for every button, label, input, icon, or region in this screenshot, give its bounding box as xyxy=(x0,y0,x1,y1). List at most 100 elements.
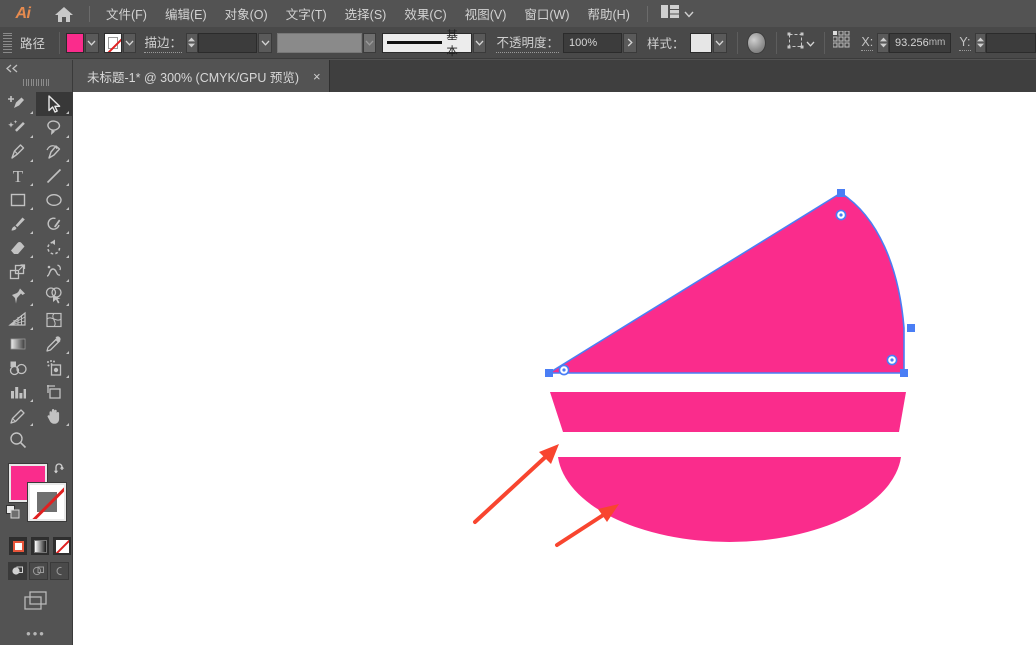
recolor-artwork-icon[interactable] xyxy=(747,32,765,54)
home-icon[interactable] xyxy=(46,0,82,27)
x-coordinate-label[interactable]: X: xyxy=(861,35,873,51)
anchor-point-bottom-left[interactable] xyxy=(545,369,553,377)
x-coordinate-stepper[interactable] xyxy=(877,33,889,53)
tool-symbol-sprayer[interactable] xyxy=(36,356,72,380)
document-tab[interactable]: 未标题-1* @ 300% (CMYK/GPU 预览) × xyxy=(73,60,330,92)
tool-blend[interactable] xyxy=(0,356,36,380)
anchor-point-top[interactable] xyxy=(837,189,845,197)
stroke-swatch[interactable] xyxy=(28,483,66,521)
menu-bar: Ai 文件(F) 编辑(E) 对象(O) 文字(T) 选择(S) 效果(C) 视… xyxy=(0,0,1036,27)
draw-behind[interactable] xyxy=(29,562,48,580)
middle-band-shape[interactable] xyxy=(550,392,906,432)
fill-color-swatch[interactable] xyxy=(66,33,84,53)
more-tools-button[interactable]: ••• xyxy=(0,612,72,641)
bottom-bowl-shape[interactable] xyxy=(558,457,901,542)
tool-hand[interactable] xyxy=(36,404,72,428)
tool-lasso[interactable] xyxy=(36,116,72,140)
stroke-preview-line xyxy=(387,41,443,44)
tool-mesh[interactable] xyxy=(36,308,72,332)
menu-file[interactable]: 文件(F) xyxy=(97,0,156,27)
transform-dropdown-caret[interactable] xyxy=(806,34,815,52)
menu-type[interactable]: 文字(T) xyxy=(277,0,336,27)
stroke-color-dropdown[interactable] xyxy=(123,33,136,53)
anchor-indicator-lower-right xyxy=(887,355,896,364)
draw-inside[interactable] xyxy=(50,562,69,580)
stroke-weight-input[interactable] xyxy=(198,33,258,53)
document-tab-title: 未标题-1* @ 300% (CMYK/GPU 预览) xyxy=(87,67,299,86)
opacity-options-button[interactable] xyxy=(623,33,636,53)
graphic-style-swatch[interactable] xyxy=(690,33,712,53)
wedge-shape-selected[interactable] xyxy=(549,193,904,373)
variable-width-dropdown xyxy=(363,33,376,53)
opacity-label[interactable]: 不透明度： xyxy=(496,32,559,53)
tool-zoom[interactable] xyxy=(0,428,36,452)
options-bar-grip[interactable] xyxy=(3,33,12,53)
menu-view[interactable]: 视图(V) xyxy=(456,0,516,27)
tool-selection[interactable] xyxy=(36,92,72,116)
tool-free-transform-pushpin[interactable] xyxy=(0,284,36,308)
tool-pen[interactable] xyxy=(0,140,36,164)
tools-panel-grip[interactable] xyxy=(0,76,72,88)
selection-context-label: 路径 xyxy=(12,33,53,52)
y-coordinate-label[interactable]: Y: xyxy=(959,35,970,51)
tool-shaper[interactable] xyxy=(36,212,72,236)
tool-eraser[interactable] xyxy=(0,236,36,260)
anchor-point-right[interactable] xyxy=(907,324,915,332)
tool-paintbrush[interactable] xyxy=(0,212,36,236)
close-icon[interactable]: × xyxy=(313,70,321,83)
menu-edit[interactable]: 编辑(E) xyxy=(156,0,216,27)
align-reference-point-icon[interactable] xyxy=(833,31,853,54)
tool-gradient[interactable] xyxy=(0,332,36,356)
brush-definition-swatch[interactable]: 基本 xyxy=(382,33,472,53)
x-coordinate-input[interactable]: 93.256 mm xyxy=(889,33,951,53)
anchor-point-bottom-right[interactable] xyxy=(900,369,908,377)
graphic-style-dropdown[interactable] xyxy=(713,33,726,53)
tool-width-warp[interactable] xyxy=(36,260,72,284)
menu-select[interactable]: 选择(S) xyxy=(336,0,396,27)
stroke-weight-dropdown[interactable] xyxy=(258,33,271,53)
y-coordinate-stepper[interactable] xyxy=(975,33,987,53)
tool-line-segment[interactable] xyxy=(36,164,72,188)
opacity-input[interactable]: 100% xyxy=(563,33,623,53)
stroke-weight-stepper[interactable] xyxy=(186,33,198,53)
tool-curvature[interactable] xyxy=(36,140,72,164)
tool-scale[interactable] xyxy=(0,260,36,284)
y-coordinate-input[interactable] xyxy=(986,33,1036,53)
transform-bounds-icon[interactable] xyxy=(787,32,804,54)
red-arrow-lower xyxy=(557,504,619,545)
tool-rotate[interactable] xyxy=(36,236,72,260)
canvas-artboard[interactable] xyxy=(73,92,1036,645)
screen-mode-icon[interactable] xyxy=(0,580,72,612)
double-chevron-left-icon[interactable] xyxy=(0,60,72,76)
style-label: 样式： xyxy=(637,33,691,52)
menu-window[interactable]: 窗口(W) xyxy=(515,0,578,27)
tool-slice[interactable] xyxy=(0,404,36,428)
tool-shape-builder[interactable] xyxy=(36,284,72,308)
tool-rectangle[interactable] xyxy=(0,188,36,212)
draw-normal[interactable] xyxy=(8,562,27,580)
tool-eyedropper[interactable] xyxy=(36,332,72,356)
tools-panel: T xyxy=(0,60,73,645)
tool-add-anchor-point[interactable] xyxy=(0,92,36,116)
tool-perspective-grid[interactable] xyxy=(0,308,36,332)
fill-mode-none[interactable] xyxy=(53,537,71,555)
tool-ellipse[interactable] xyxy=(36,188,72,212)
tool-type[interactable]: T xyxy=(0,164,36,188)
fill-color-dropdown[interactable] xyxy=(85,33,98,53)
fill-mode-color[interactable] xyxy=(9,537,27,555)
tool-column-graph[interactable] xyxy=(0,380,36,404)
menu-object[interactable]: 对象(O) xyxy=(216,0,277,27)
stroke-weight-label[interactable]: 描边： xyxy=(144,32,182,53)
menu-help[interactable]: 帮助(H) xyxy=(579,0,639,27)
menu-effect[interactable]: 效果(C) xyxy=(395,0,455,27)
brush-definition-dropdown[interactable] xyxy=(473,33,486,53)
default-fill-stroke-icon[interactable] xyxy=(6,505,21,525)
swap-fill-stroke-icon[interactable] xyxy=(53,462,67,481)
stroke-color-swatch[interactable] xyxy=(104,33,122,53)
tool-artboard[interactable] xyxy=(36,380,72,404)
workspace-switcher[interactable] xyxy=(655,2,700,26)
fill-mode-gradient[interactable] xyxy=(31,537,49,555)
tool-magic-wand[interactable] xyxy=(0,116,36,140)
variable-width-profile-input xyxy=(277,33,361,53)
divider-4 xyxy=(824,32,825,54)
